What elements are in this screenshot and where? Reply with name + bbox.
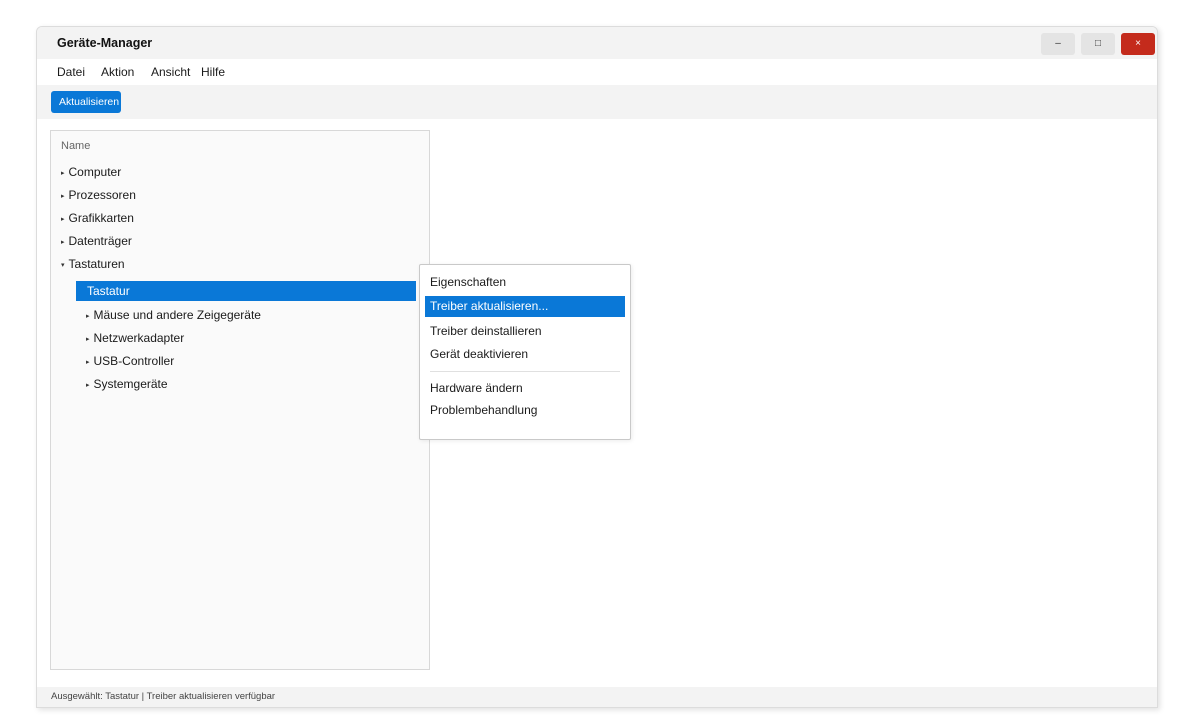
menu-datei[interactable]: Datei: [57, 65, 85, 79]
toolbar: Aktualisieren: [37, 85, 1157, 119]
status-bar: Ausgewählt: Tastatur | Treiber aktualisi…: [37, 687, 1157, 707]
tree-item-label: Prozessoren: [68, 188, 136, 202]
tree-item-label: Mäuse und andere Zeigegeräte: [93, 308, 261, 322]
menu-aktion[interactable]: Aktion: [101, 65, 134, 79]
window-title: Geräte-Manager: [57, 36, 153, 50]
tree-item-label: Systemgeräte: [93, 377, 168, 391]
expand-triangle-icon[interactable]: ▸: [86, 382, 90, 389]
status-text: Ausgewählt: Tastatur | Treiber aktualisi…: [51, 691, 276, 702]
tree-item-usb-controller[interactable]: ▸ USB-Controller: [86, 354, 174, 368]
menu-ansicht[interactable]: Ansicht: [151, 65, 190, 79]
tree-item-label: Tastaturen: [68, 257, 125, 271]
tree-item-prozessoren[interactable]: ▸ Prozessoren: [61, 188, 136, 202]
tree-column-header[interactable]: Name: [61, 140, 90, 152]
menu-bar: Datei Aktion Ansicht Hilfe: [37, 59, 1157, 85]
maximize-button[interactable]: □: [1081, 33, 1115, 55]
refresh-button[interactable]: Aktualisieren: [51, 91, 121, 113]
expand-triangle-icon[interactable]: ▸: [86, 359, 90, 366]
tree-item-tastatur[interactable]: Tastatur: [76, 281, 416, 301]
context-menu-separator: [430, 371, 620, 372]
context-item-hardware-aendern[interactable]: Hardware ändern: [430, 381, 523, 395]
context-item-eigenschaften[interactable]: Eigenschaften: [430, 275, 506, 289]
tree-item-netzwerkadapter[interactable]: ▸ Netzwerkadapter: [86, 331, 184, 345]
context-menu: Eigenschaften Treiber aktualisieren... T…: [419, 264, 631, 440]
collapse-triangle-icon[interactable]: ▾: [61, 262, 65, 269]
tree-item-label: Computer: [68, 165, 122, 179]
tree-item-label: Datenträger: [68, 234, 132, 248]
tree-item-datentraeger[interactable]: ▸ Datenträger: [61, 234, 132, 248]
context-item-geraet-deaktivieren[interactable]: Gerät deaktivieren: [430, 347, 528, 361]
tree-item-label: USB-Controller: [93, 354, 175, 368]
expand-triangle-icon[interactable]: ▸: [61, 216, 65, 223]
context-item-problembehandlung[interactable]: Problembehandlung: [430, 403, 537, 417]
tree-item-label: Grafikkarten: [68, 211, 134, 225]
device-tree: Name ▸ Computer ▸ Prozessoren ▸ Grafikkarte…: [50, 130, 430, 670]
context-item-treiber-deinstallieren[interactable]: Treiber deinstallieren: [430, 324, 542, 338]
title-bar[interactable]: Geräte-Manager – □ ×: [37, 27, 1157, 59]
minimize-button[interactable]: –: [1041, 33, 1075, 55]
expand-triangle-icon[interactable]: ▸: [61, 193, 65, 200]
tree-item-tastaturen[interactable]: ▾ Tastaturen: [61, 257, 125, 271]
expand-triangle-icon[interactable]: ▸: [61, 239, 65, 246]
expand-triangle-icon[interactable]: ▸: [86, 336, 90, 343]
tree-item-maeuse[interactable]: ▸ Mäuse und andere Zeigegeräte: [86, 308, 261, 322]
tree-item-label: Netzwerkadapter: [93, 331, 185, 345]
tree-item-systemgeraete[interactable]: ▸ Systemgeräte: [86, 377, 168, 391]
expand-triangle-icon[interactable]: ▸: [61, 170, 65, 177]
close-button[interactable]: ×: [1121, 33, 1155, 55]
tree-item-grafikkarten[interactable]: ▸ Grafikkarten: [61, 211, 134, 225]
expand-triangle-icon[interactable]: ▸: [86, 313, 90, 320]
context-item-treiber-aktualisieren[interactable]: Treiber aktualisieren...: [425, 296, 625, 317]
menu-hilfe[interactable]: Hilfe: [201, 65, 225, 79]
tree-item-computer[interactable]: ▸ Computer: [61, 165, 121, 179]
